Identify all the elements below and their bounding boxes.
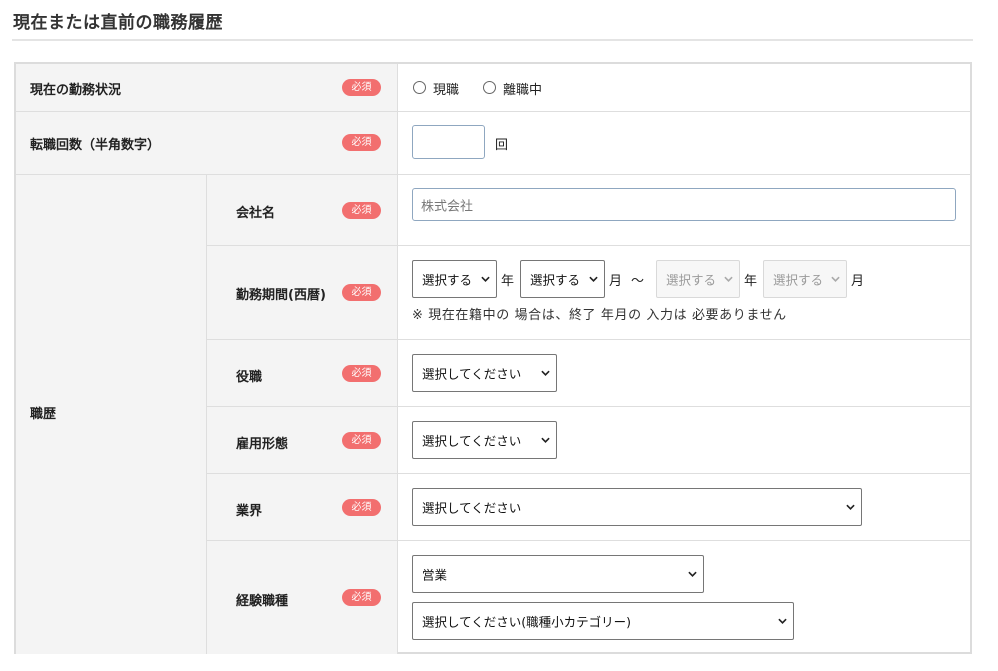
start-year-select[interactable]: 選択する (412, 260, 497, 298)
start-month-value: 選択する (530, 272, 581, 288)
company-name-input[interactable]: 株式会社 (412, 188, 956, 221)
employment-type-select[interactable]: 選択してください (412, 421, 557, 459)
status-label: 現在の勤務状況 (30, 83, 122, 98)
row-divider (206, 339, 970, 340)
company-label: 会社名 (236, 206, 276, 221)
career-label: 職歴 (30, 407, 57, 422)
position-value: 選択してください (422, 366, 522, 382)
chevron-down-icon (481, 276, 490, 282)
required-badge: 必須 (342, 365, 381, 382)
month-unit: 月 (851, 274, 865, 289)
occupation-major-value: 営業 (422, 567, 448, 583)
year-unit: 年 (501, 274, 515, 289)
title-divider (12, 39, 973, 41)
occupation-minor-value: 選択してください(職種小カテゴリー) (422, 614, 632, 630)
position-select[interactable]: 選択してください (412, 354, 557, 392)
row-divider (206, 540, 970, 541)
radio-left-job[interactable] (483, 81, 496, 94)
column-divider (397, 64, 398, 654)
chevron-down-icon (831, 276, 840, 282)
required-badge: 必須 (342, 589, 381, 606)
start-month-select[interactable]: 選択する (520, 260, 605, 298)
career-form: 現在の勤務状況 必須 現職 離職中 転職回数（半角数字） 必須 回 職歴 会社名… (14, 62, 972, 654)
required-badge: 必須 (342, 499, 381, 516)
required-badge: 必須 (342, 134, 381, 151)
chevron-down-icon (589, 276, 598, 282)
occupation-label: 経験職種 (236, 594, 289, 609)
chevron-down-icon (846, 504, 855, 510)
employment-type-value: 選択してください (422, 433, 522, 449)
required-badge: 必須 (342, 79, 381, 96)
industry-label: 業界 (236, 504, 263, 519)
job-changes-input[interactable] (412, 125, 485, 159)
chevron-down-icon (541, 437, 550, 443)
end-month-select[interactable]: 選択する (763, 260, 847, 298)
radio-current-job-label[interactable]: 現職 (433, 79, 459, 98)
job-changes-unit: 回 (495, 138, 509, 153)
chevron-down-icon (688, 571, 697, 577)
row-divider (16, 174, 970, 175)
row-divider (206, 406, 970, 407)
chevron-down-icon (541, 370, 550, 376)
radio-current-job[interactable] (413, 81, 426, 94)
row-divider (206, 245, 970, 246)
end-month-value: 選択する (773, 272, 824, 288)
industry-value: 選択してください (422, 500, 522, 516)
end-year-value: 選択する (666, 272, 717, 288)
occupation-minor-select[interactable]: 選択してください(職種小カテゴリー) (412, 602, 794, 640)
row-divider (206, 473, 970, 474)
job-changes-label: 転職回数（半角数字） (30, 138, 161, 153)
occupation-major-select[interactable]: 営業 (412, 555, 704, 593)
label-cell-career-sub (207, 175, 397, 654)
period-note: ※ 現在在籍中の 場合は、終了 年月の 入力は 必要ありません (412, 308, 787, 323)
month-unit: 月 (609, 274, 623, 289)
required-badge: 必須 (342, 202, 381, 219)
row-divider (16, 111, 970, 112)
period-tilde: ～ (631, 274, 645, 289)
chevron-down-icon (724, 276, 733, 282)
section-title: 現在または直前の職務履歴 (13, 13, 223, 33)
required-badge: 必須 (342, 432, 381, 449)
position-label: 役職 (236, 370, 263, 385)
company-name-placeholder: 株式会社 (421, 199, 474, 214)
end-year-select[interactable]: 選択する (656, 260, 740, 298)
radio-left-job-label[interactable]: 離職中 (503, 79, 542, 98)
industry-select[interactable]: 選択してください (412, 488, 862, 526)
required-badge: 必須 (342, 284, 381, 301)
period-label: 勤務期間(西暦) (236, 288, 326, 303)
start-year-value: 選択する (422, 272, 473, 288)
chevron-down-icon (778, 618, 787, 624)
column-divider (206, 174, 207, 654)
employment-type-label: 雇用形態 (236, 437, 289, 452)
year-unit: 年 (744, 274, 758, 289)
